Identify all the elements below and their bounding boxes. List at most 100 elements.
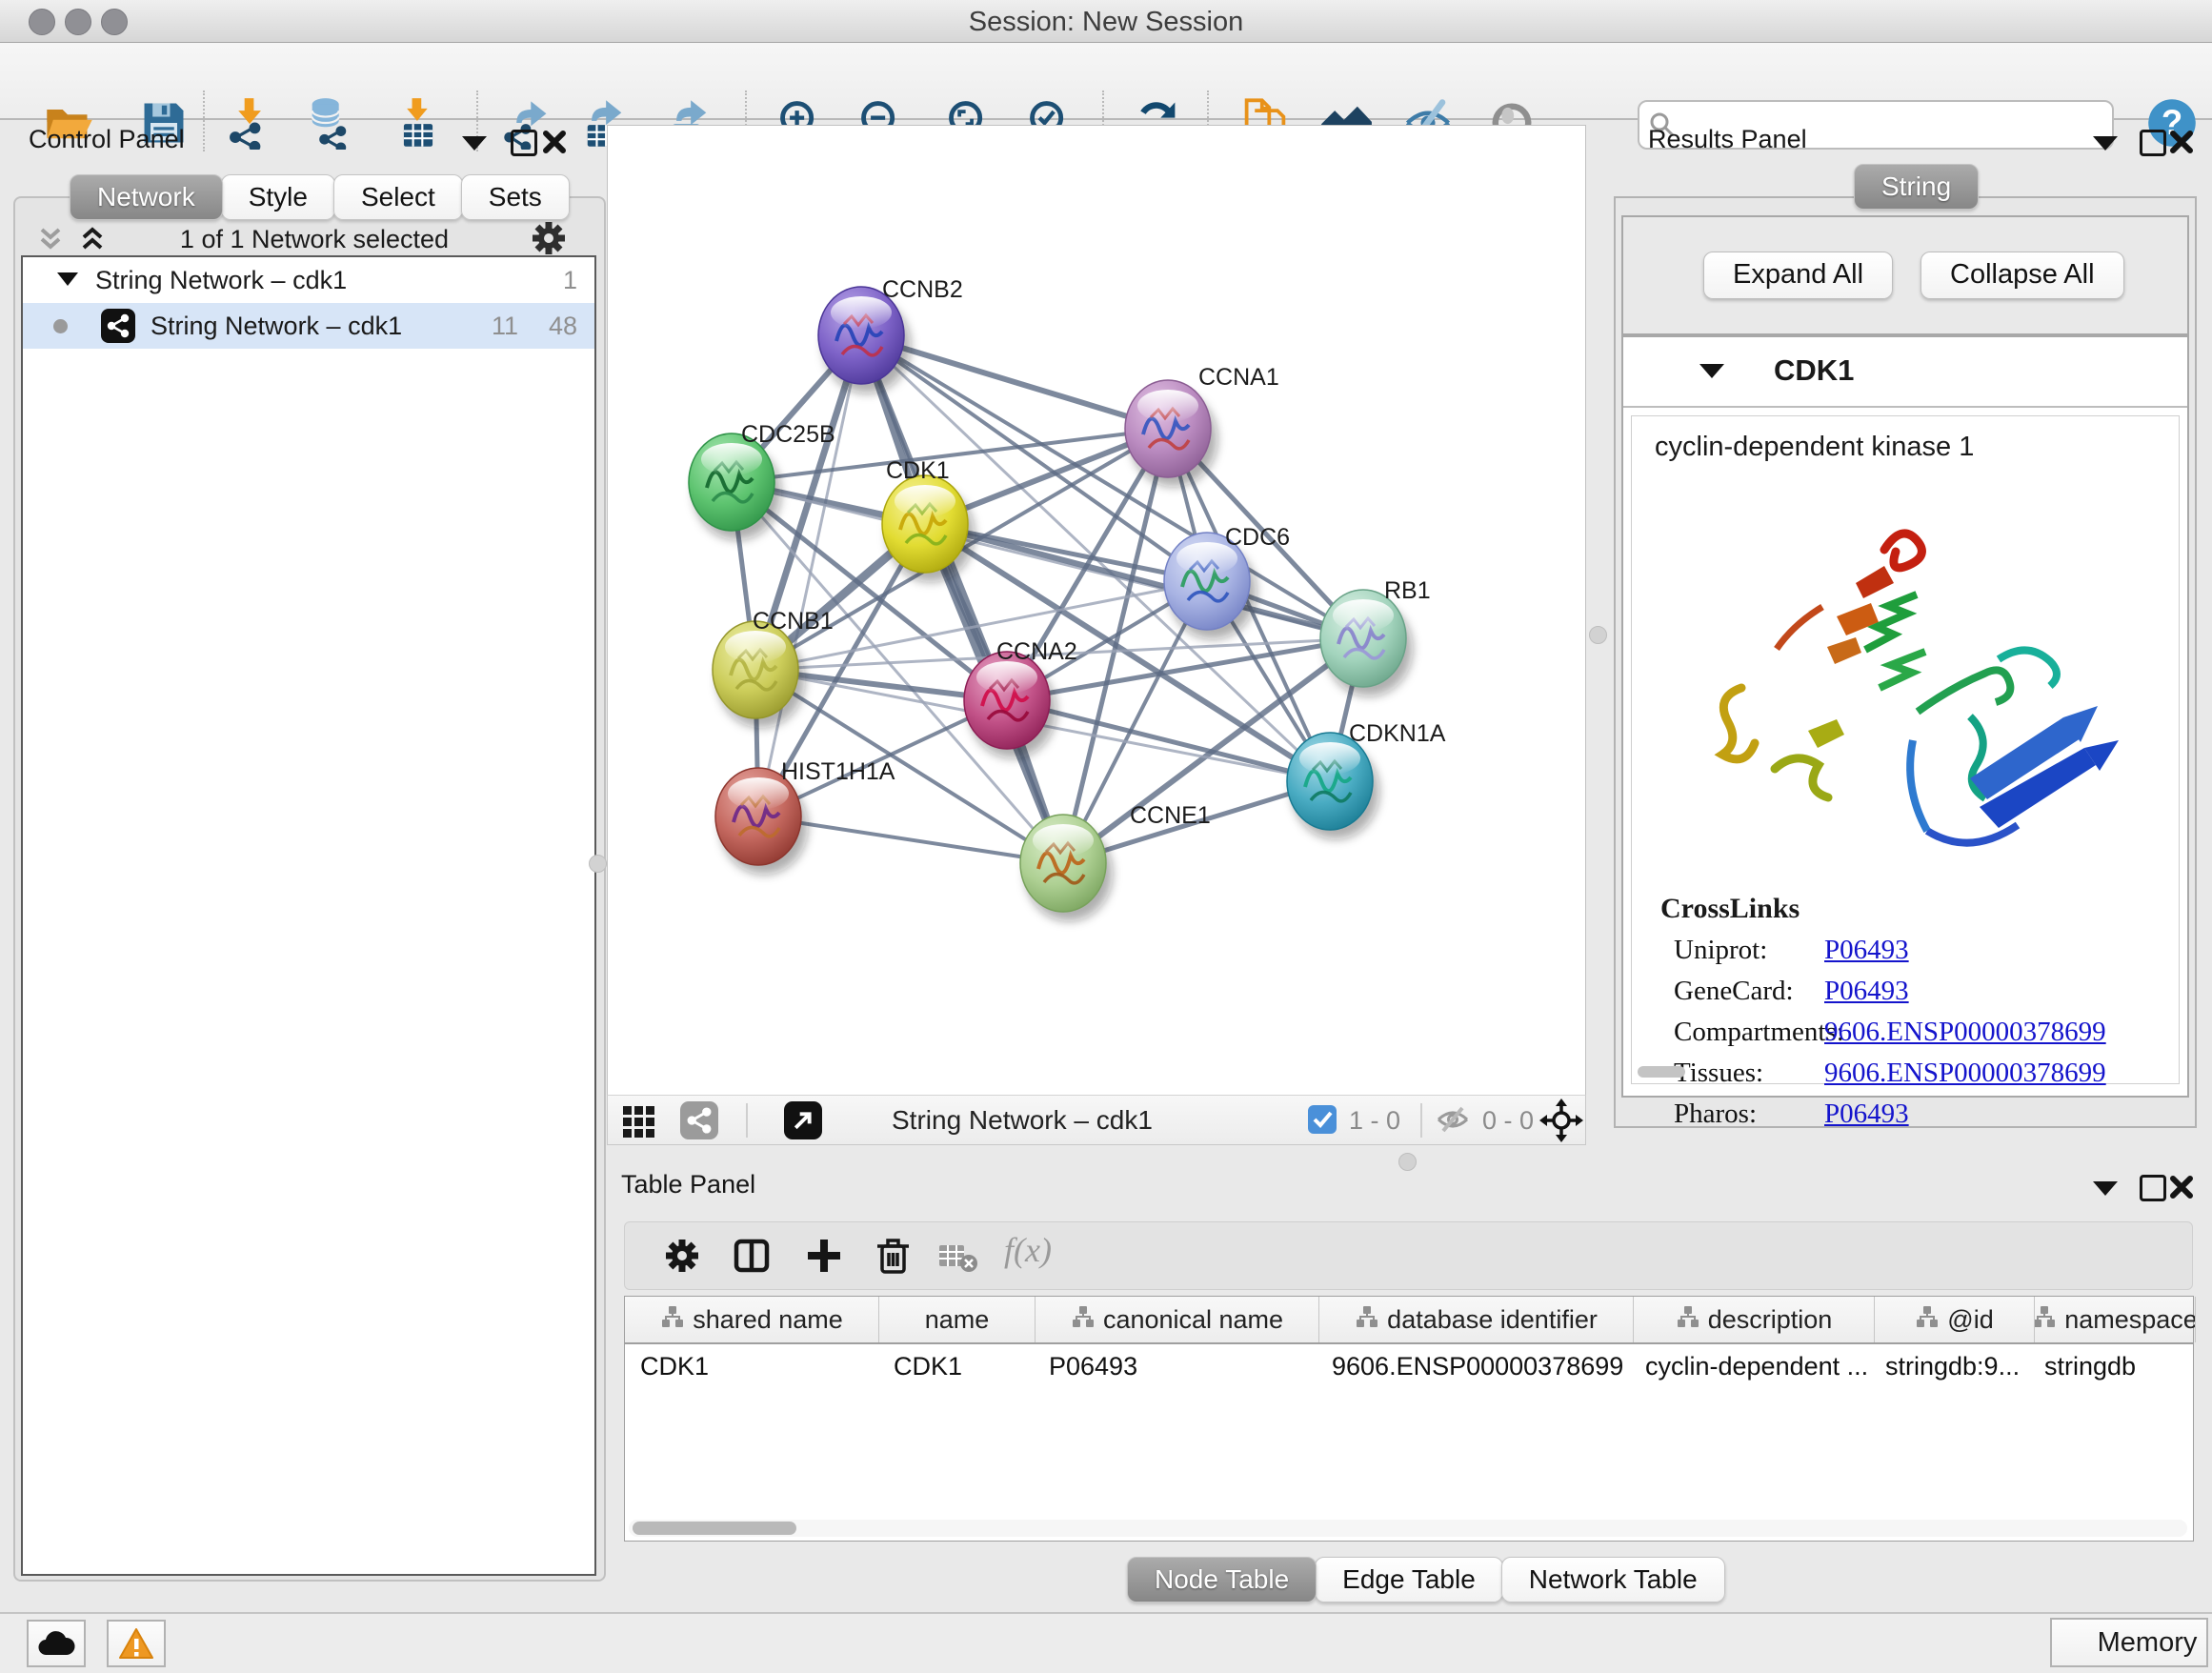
import-network-file-button[interactable] <box>222 96 275 150</box>
control-panel-float-icon[interactable] <box>511 130 537 161</box>
node-label: CCNE1 <box>1130 802 1211 829</box>
crosslink-row: GeneCard:P06493 <box>1674 976 2165 1007</box>
table-panel-float-icon[interactable] <box>2140 1175 2166 1206</box>
column-header-@id[interactable]: @id <box>1875 1297 2035 1342</box>
table-cell[interactable]: 9606.ENSP00000378699 <box>1317 1344 1630 1388</box>
network-edge-CDK1-RB1[interactable] <box>925 524 1363 638</box>
window-title: Session: New Session <box>0 7 2212 38</box>
add-column-icon[interactable] <box>804 1236 844 1280</box>
tab-sets[interactable]: Sets <box>461 174 570 220</box>
protein-expander-icon[interactable] <box>1699 364 1724 378</box>
tab-style[interactable]: Style <box>221 174 335 220</box>
show-columns-icon[interactable] <box>732 1236 772 1280</box>
divider <box>1420 1103 1422 1138</box>
warning-status-button[interactable] <box>107 1620 166 1667</box>
table-hscrollbar[interactable] <box>629 1520 2187 1537</box>
results-button-box: Expand All Collapse All <box>1621 215 2189 335</box>
crosslink-link[interactable]: P06493 <box>1824 1099 1909 1130</box>
tab-network[interactable]: Network <box>70 174 223 220</box>
selected-count: 1 - 0 <box>1349 1106 1400 1136</box>
crosslink-link[interactable]: 9606.ENSP00000378699 <box>1824 1058 2106 1089</box>
network-node-HIST1H1A[interactable]: HIST1H1A <box>715 758 895 875</box>
tab-node-table[interactable]: Node Table <box>1127 1557 1317 1602</box>
import-table-file-button[interactable] <box>392 96 445 150</box>
tab-string[interactable]: String <box>1854 164 1977 210</box>
expand-all-button[interactable]: Expand All <box>1703 252 1893 299</box>
table-panel-close-icon[interactable] <box>2168 1174 2195 1205</box>
table-header-row: shared namenamecanonical namedatabase id… <box>625 1297 2193 1344</box>
network-node-CCNA1[interactable]: CCNA1 <box>1125 364 1279 487</box>
crosslinks-section: CrossLinks Uniprot:P06493GeneCard:P06493… <box>1660 893 2165 1139</box>
column-header-database-identifier[interactable]: database identifier <box>1319 1297 1634 1342</box>
expand-all-networks-icon[interactable] <box>76 223 109 260</box>
birds-eye-view-icon[interactable] <box>621 1102 657 1143</box>
selected-nodes-checkbox[interactable] <box>1308 1105 1337 1134</box>
network-edge-count: 48 <box>549 303 577 349</box>
left-splitter-handle[interactable] <box>589 855 607 873</box>
column-header-namespace[interactable]: namespace <box>2035 1297 2196 1342</box>
open-in-window-icon[interactable] <box>784 1101 822 1144</box>
network-view-toolbar: String Network – cdk1 1 - 0 0 - 0 <box>607 1095 1586 1145</box>
memory-status-dot <box>2061 1630 2086 1655</box>
results-panel-float-icon[interactable] <box>2140 130 2166 161</box>
table-cell[interactable]: P06493 <box>1034 1344 1317 1388</box>
network-label: String Network – cdk1 <box>151 303 402 349</box>
function-builder-icon: f(x) <box>1004 1230 1052 1270</box>
column-header-name[interactable]: name <box>879 1297 1036 1342</box>
network-canvas[interactable]: CCNB2CCNA1CDC25BCDK1CDC6RB1CCNB1CCNA2CDK… <box>607 125 1586 1096</box>
protein-description: cyclin-dependent kinase 1 <box>1632 416 2179 463</box>
network-collection-row[interactable]: String Network – cdk1 1 <box>23 257 594 303</box>
crosslink-link[interactable]: P06493 <box>1824 935 1909 966</box>
table-cell[interactable]: CDK1 <box>878 1344 1034 1388</box>
network-edge-CCNB2-HIST1H1A[interactable] <box>758 335 861 816</box>
column-header-description[interactable]: description <box>1634 1297 1875 1342</box>
collapse-all-networks-icon[interactable] <box>34 223 67 260</box>
tab-network-table[interactable]: Network Table <box>1501 1557 1725 1602</box>
import-network-database-button[interactable] <box>303 96 356 150</box>
control-panel-menu-icon[interactable] <box>462 136 487 155</box>
tab-edge-table[interactable]: Edge Table <box>1315 1557 1503 1602</box>
network-share-icon[interactable] <box>680 1101 718 1144</box>
control-panel-close-icon[interactable] <box>541 129 568 160</box>
node-label: CDKN1A <box>1349 720 1446 747</box>
network-node-CCNE1[interactable]: CCNE1 <box>1020 802 1211 921</box>
network-options-gear-icon[interactable] <box>530 219 568 262</box>
right-splitter-handle[interactable] <box>1589 626 1607 644</box>
network-node-RB1[interactable]: RB1 <box>1320 577 1431 696</box>
pan-crosshair-icon[interactable] <box>1539 1099 1583 1147</box>
table-cell[interactable]: stringdb:9... <box>1870 1344 2029 1388</box>
window-title-bar: Session: New Session <box>0 0 2212 43</box>
node-label: CCNB2 <box>882 276 963 303</box>
collection-expander-icon[interactable] <box>57 272 78 286</box>
column-header-canonical-name[interactable]: canonical name <box>1036 1297 1319 1342</box>
crosslink-link[interactable]: 9606.ENSP00000378699 <box>1824 1017 2106 1048</box>
table-panel-menu-icon[interactable] <box>2093 1181 2118 1200</box>
hidden-count: 0 - 0 <box>1482 1106 1534 1136</box>
crosslink-label: Pharos: <box>1674 1099 1824 1130</box>
table-cell[interactable]: CDK1 <box>625 1344 878 1388</box>
table-cell[interactable]: stringdb <box>2029 1344 2189 1388</box>
bottom-splitter-handle[interactable] <box>1398 1153 1417 1171</box>
node-label: HIST1H1A <box>781 758 895 785</box>
cloud-status-button[interactable] <box>27 1620 86 1667</box>
node-label: CCNB1 <box>753 608 834 635</box>
protein-section-header[interactable]: CDK1 <box>1623 337 2187 408</box>
results-panel-menu-icon[interactable] <box>2093 136 2118 155</box>
network-node-CDKN1A[interactable]: CDKN1A <box>1287 720 1446 839</box>
network-row-selected[interactable]: String Network – cdk1 11 48 <box>23 303 594 349</box>
collection-count: 1 <box>563 257 577 303</box>
results-panel-close-icon[interactable] <box>2168 129 2195 160</box>
network-node-CCNB2[interactable]: CCNB2 <box>818 276 963 393</box>
table-cell[interactable]: cyclin-dependent ... <box>1630 1344 1870 1388</box>
tab-select[interactable]: Select <box>333 174 463 220</box>
memory-button[interactable]: Memory <box>2050 1618 2208 1667</box>
results-hscrollbar[interactable] <box>1638 1066 1685 1078</box>
table-hscrollbar-thumb[interactable] <box>633 1522 796 1535</box>
network-view-title: String Network – cdk1 <box>892 1105 1153 1136</box>
delete-column-trash-icon[interactable] <box>873 1235 913 1280</box>
network-node-CDK1[interactable]: CDK1 <box>882 457 975 582</box>
table-settings-gear-icon[interactable] <box>663 1237 701 1280</box>
crosslink-link[interactable]: P06493 <box>1824 976 1909 1007</box>
collapse-all-button[interactable]: Collapse All <box>1920 252 2124 299</box>
column-header-shared-name[interactable]: shared name <box>625 1297 879 1342</box>
